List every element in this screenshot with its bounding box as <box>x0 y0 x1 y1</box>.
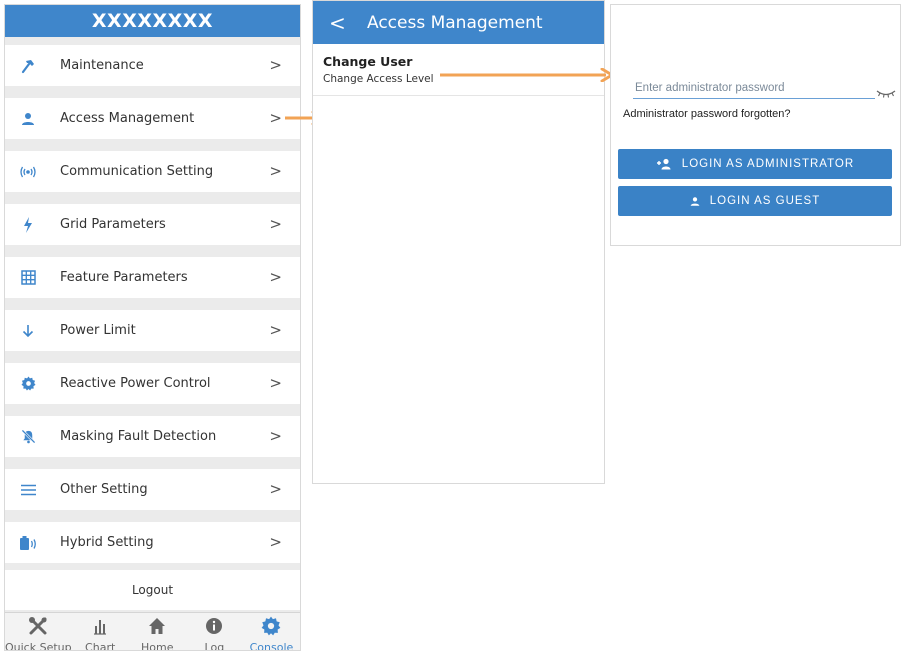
hammer-icon <box>17 55 39 77</box>
forgot-password-link[interactable]: Administrator password forgotten? <box>623 108 791 120</box>
login-panel: Administrator password forgotten? LOGIN … <box>610 4 901 246</box>
menu-item-label: Other Setting <box>60 482 148 497</box>
chevron-right-icon: > <box>269 533 282 551</box>
menu-item-hybrid-setting[interactable]: Hybrid Setting > <box>5 522 300 563</box>
app-title: XXXXXXXX <box>5 5 300 37</box>
menu-item-label: Power Limit <box>60 323 136 338</box>
home-icon <box>147 616 167 640</box>
change-user-title: Change User <box>323 54 413 69</box>
chevron-right-icon: > <box>269 480 282 498</box>
user-icon <box>17 108 39 130</box>
chevron-right-icon: > <box>269 56 282 74</box>
arrow-down-icon <box>17 320 39 342</box>
menu-item-label: Grid Parameters <box>60 217 166 232</box>
menu-list: Maintenance > Access Management > Commun… <box>5 37 300 563</box>
chevron-right-icon: > <box>269 374 282 392</box>
nav-log[interactable]: Log <box>186 613 243 651</box>
admin-password-input[interactable] <box>633 78 875 99</box>
chevron-right-icon: > <box>269 109 282 127</box>
menu-item-label: Hybrid Setting <box>60 535 154 550</box>
login-as-administrator-button[interactable]: LOGIN AS ADMINISTRATOR <box>618 149 892 179</box>
nav-label: Home <box>141 641 174 651</box>
chevron-right-icon: > <box>269 321 282 339</box>
menu-item-label: Access Management <box>60 111 195 126</box>
tools-icon <box>28 616 48 640</box>
eye-closed-icon[interactable] <box>876 84 896 103</box>
chevron-right-icon: > <box>269 215 282 233</box>
menu-item-maintenance[interactable]: Maintenance > <box>5 45 300 86</box>
login-as-administrator-label: LOGIN AS ADMINISTRATOR <box>681 158 855 170</box>
menu-item-power-limit[interactable]: Power Limit > <box>5 310 300 351</box>
chevron-right-icon: > <box>269 162 282 180</box>
grid-icon <box>17 267 39 289</box>
menu-item-reactive-power-control[interactable]: Reactive Power Control > <box>5 363 300 404</box>
menu-item-grid-parameters[interactable]: Grid Parameters > <box>5 204 300 245</box>
nav-home[interactable]: Home <box>129 613 186 651</box>
menu-item-label: Reactive Power Control <box>60 376 211 391</box>
menu-item-masking-fault-detection[interactable]: Masking Fault Detection > <box>5 416 300 457</box>
menu-lines-icon <box>17 479 39 501</box>
user-icon <box>690 196 700 207</box>
nav-label: Chart <box>85 641 116 651</box>
menu-item-label: Feature Parameters <box>60 270 188 285</box>
bar-chart-icon <box>90 616 110 640</box>
menu-item-other-setting[interactable]: Other Setting > <box>5 469 300 510</box>
logout-button[interactable]: Logout <box>5 570 300 610</box>
signal-icon <box>17 161 39 183</box>
gear-icon <box>261 616 281 640</box>
nav-quick-setup[interactable]: Quick Setup <box>5 613 72 651</box>
nav-label: Log <box>204 641 225 651</box>
arrow-right-icon <box>440 68 614 82</box>
page-title: Access Management <box>367 12 543 33</box>
menu-item-label: Maintenance <box>60 58 144 73</box>
console-menu-panel: XXXXXXXX Maintenance > Access Management… <box>4 4 301 651</box>
menu-item-feature-parameters[interactable]: Feature Parameters > <box>5 257 300 298</box>
bell-off-icon <box>17 426 39 448</box>
chevron-right-icon: > <box>269 427 282 445</box>
battery-icon <box>17 532 39 554</box>
nav-label: Console <box>249 641 294 651</box>
add-user-icon <box>656 158 672 170</box>
nav-chart[interactable]: Chart <box>72 613 129 651</box>
chevron-right-icon: > <box>269 268 282 286</box>
menu-item-label: Communication Setting <box>60 164 214 179</box>
login-as-guest-button[interactable]: LOGIN AS GUEST <box>618 186 892 216</box>
back-icon[interactable]: < <box>329 11 346 35</box>
menu-item-communication-setting[interactable]: Communication Setting > <box>5 151 300 192</box>
info-icon <box>204 616 224 640</box>
nav-console[interactable]: Console <box>243 613 300 651</box>
nav-label: Quick Setup <box>5 641 72 651</box>
lightning-icon <box>17 214 39 236</box>
login-as-guest-label: LOGIN AS GUEST <box>709 195 821 207</box>
bottom-nav: Quick Setup Chart Home Log Console <box>5 612 300 651</box>
menu-item-access-management[interactable]: Access Management > <box>5 98 300 139</box>
gear-icon <box>17 373 39 395</box>
access-header: < Access Management <box>313 1 604 44</box>
menu-item-label: Masking Fault Detection <box>60 429 217 444</box>
